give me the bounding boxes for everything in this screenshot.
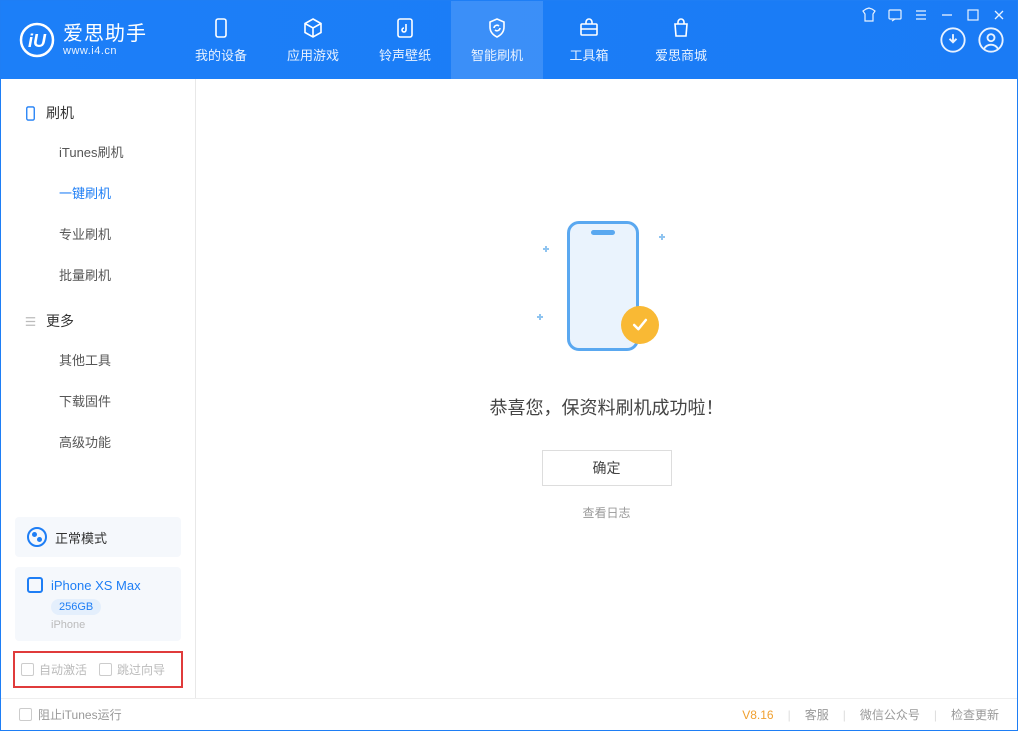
version-label: V8.16 xyxy=(742,708,773,722)
logo-text: 爱思助手 www.i4.cn xyxy=(63,23,147,57)
phone-icon xyxy=(209,16,233,40)
tab-store[interactable]: 爱思商城 xyxy=(635,1,727,79)
minimize-button[interactable] xyxy=(939,7,955,23)
cube-icon xyxy=(301,16,325,40)
device-name: iPhone XS Max xyxy=(51,578,141,593)
sidebar-group-flash: 刷机 xyxy=(1,95,195,131)
auto-activate-checkbox[interactable]: 自动激活 xyxy=(21,661,87,678)
logo[interactable]: iU 爱思助手 www.i4.cn xyxy=(1,22,165,58)
mode-box[interactable]: 正常模式 xyxy=(15,517,181,557)
tab-label: 智能刷机 xyxy=(471,45,523,64)
sidebar-group-more: 更多 xyxy=(1,303,195,339)
tab-label: 爱思商城 xyxy=(655,45,707,64)
storage-badge: 256GB xyxy=(51,599,101,615)
logo-icon: iU xyxy=(19,22,55,58)
mode-label: 正常模式 xyxy=(55,528,107,547)
tab-label: 我的设备 xyxy=(195,45,247,64)
sidebar-item-pro-flash[interactable]: 专业刷机 xyxy=(1,213,195,254)
maximize-button[interactable] xyxy=(965,7,981,23)
feedback-icon[interactable] xyxy=(887,7,903,23)
bag-icon xyxy=(669,16,693,40)
ok-button[interactable]: 确定 xyxy=(542,450,672,486)
window-controls xyxy=(861,7,1007,23)
tab-flash[interactable]: 智能刷机 xyxy=(451,1,543,79)
tab-toolbox[interactable]: 工具箱 xyxy=(543,1,635,79)
check-update-link[interactable]: 检查更新 xyxy=(951,706,999,723)
check-icon xyxy=(621,306,659,344)
tab-ringtone[interactable]: 铃声壁纸 xyxy=(359,1,451,79)
status-bar: 阻止iTunes运行 V8.16 | 客服 | 微信公众号 | 检查更新 xyxy=(1,698,1017,730)
shield-refresh-icon xyxy=(485,16,509,40)
main-tabs: 我的设备 应用游戏 铃声壁纸 智能刷机 工具箱 爱思商城 xyxy=(175,1,727,79)
skip-guide-checkbox[interactable]: 跳过向导 xyxy=(99,661,165,678)
sidebar-bottom: 正常模式 iPhone XS Max 256GB iPhone 自动激活 跳过向… xyxy=(1,507,195,698)
more-icon xyxy=(23,314,38,329)
tab-label: 工具箱 xyxy=(569,45,608,64)
sidebar-item-download-firmware[interactable]: 下载固件 xyxy=(1,380,195,421)
app-window: iU 爱思助手 www.i4.cn 我的设备 应用游戏 铃声壁纸 智能刷机 xyxy=(0,0,1018,731)
success-message: 恭喜您，保资料刷机成功啦！ xyxy=(490,394,724,420)
device-type: iPhone xyxy=(51,619,169,631)
sidebar-item-batch-flash[interactable]: 批量刷机 xyxy=(1,254,195,295)
sidebar-item-other-tools[interactable]: 其他工具 xyxy=(1,339,195,380)
app-name: 爱思助手 xyxy=(63,23,147,45)
sidebar-item-itunes-flash[interactable]: iTunes刷机 xyxy=(1,131,195,172)
music-icon xyxy=(393,16,417,40)
group-label: 刷机 xyxy=(46,103,74,123)
sidebar-item-advanced[interactable]: 高级功能 xyxy=(1,421,195,462)
download-button[interactable] xyxy=(939,26,967,54)
support-link[interactable]: 客服 xyxy=(805,706,829,723)
app-url: www.i4.cn xyxy=(63,45,147,57)
mode-icon xyxy=(27,527,47,547)
header-right xyxy=(939,26,1017,54)
svg-text:iU: iU xyxy=(28,31,47,51)
sidebar: 刷机 iTunes刷机 一键刷机 专业刷机 批量刷机 更多 其他工具 下载固件 … xyxy=(1,79,196,698)
device-icon xyxy=(23,106,38,121)
user-button[interactable] xyxy=(977,26,1005,54)
phone-small-icon xyxy=(27,577,43,593)
options-box: 自动激活 跳过向导 xyxy=(13,651,183,688)
group-label: 更多 xyxy=(46,311,74,331)
tab-apps[interactable]: 应用游戏 xyxy=(267,1,359,79)
tab-label: 应用游戏 xyxy=(287,45,339,64)
block-itunes-checkbox[interactable]: 阻止iTunes运行 xyxy=(19,706,122,723)
device-box[interactable]: iPhone XS Max 256GB iPhone xyxy=(15,567,181,641)
sidebar-item-onekey-flash[interactable]: 一键刷机 xyxy=(1,172,195,213)
view-log-link[interactable]: 查看日志 xyxy=(582,504,630,521)
menu-icon[interactable] xyxy=(913,7,929,23)
toolbox-icon xyxy=(577,16,601,40)
tab-label: 铃声壁纸 xyxy=(379,45,431,64)
close-button[interactable] xyxy=(991,7,1007,23)
main-content: 恭喜您，保资料刷机成功啦！ 确定 查看日志 xyxy=(196,79,1017,698)
wechat-link[interactable]: 微信公众号 xyxy=(860,706,920,723)
tab-device[interactable]: 我的设备 xyxy=(175,1,267,79)
skin-icon[interactable] xyxy=(861,7,877,23)
success-illustration xyxy=(537,216,677,366)
body: 刷机 iTunes刷机 一键刷机 专业刷机 批量刷机 更多 其他工具 下载固件 … xyxy=(1,79,1017,698)
